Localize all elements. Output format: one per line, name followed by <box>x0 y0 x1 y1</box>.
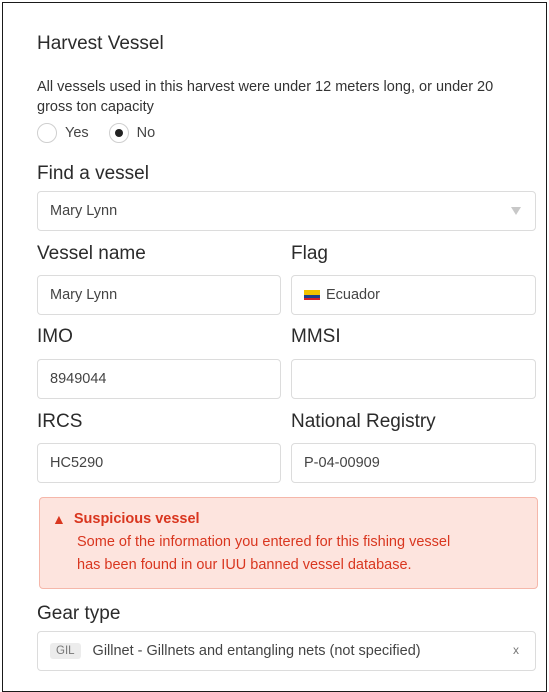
suspicious-vessel-alert: ▲ Suspicious vessel Some of the informat… <box>39 497 538 589</box>
find-vessel-value: Mary Lynn <box>50 203 118 219</box>
small-vessel-question: All vessels used in this harvest were un… <box>37 79 494 115</box>
radio-selected-dot <box>114 129 123 137</box>
radio-yes[interactable] <box>37 123 57 143</box>
vessel-name-value: Mary Lynn <box>50 287 118 303</box>
ircs-field[interactable]: HC5290 <box>37 443 281 483</box>
imo-value: 8949044 <box>50 371 107 387</box>
warning-icon: ▲ <box>52 511 66 527</box>
flag-field[interactable]: Ecuador <box>291 275 536 315</box>
gear-type-value: Gillnet - Gillnets and entangling nets (… <box>92 643 421 659</box>
flag-value: Ecuador <box>326 287 381 303</box>
clear-icon[interactable]: x <box>513 643 519 657</box>
harvest-vessel-panel: Harvest Vessel All vessels used in this … <box>2 2 547 692</box>
flag-label: Flag <box>291 243 328 264</box>
find-vessel-select[interactable]: Mary Lynn <box>37 191 536 231</box>
mmsi-label: MMSI <box>291 326 341 347</box>
alert-title-row: ▲ Suspicious vessel <box>52 508 525 531</box>
national-registry-value: P-04-00909 <box>304 455 380 471</box>
imo-label: IMO <box>37 326 73 347</box>
radio-yes-label[interactable]: Yes <box>65 125 89 141</box>
imo-field[interactable]: 8949044 <box>37 359 281 399</box>
ircs-value: HC5290 <box>50 455 104 471</box>
national-registry-field[interactable]: P-04-00909 <box>291 443 536 483</box>
chevron-down-icon <box>511 207 521 215</box>
section-title: Harvest Vessel <box>37 33 164 54</box>
ecuador-flag-icon <box>304 290 320 300</box>
gear-type-label: Gear type <box>37 603 121 624</box>
radio-no[interactable] <box>108 123 129 143</box>
ircs-label: IRCS <box>37 411 83 432</box>
small-vessel-radio-group: Yes No <box>37 123 175 143</box>
radio-no-label[interactable]: No <box>137 125 156 141</box>
mmsi-field[interactable] <box>291 359 536 399</box>
vessel-name-label: Vessel name <box>37 243 146 264</box>
gear-type-select[interactable]: GIL Gillnet - Gillnets and entangling ne… <box>37 631 536 671</box>
vessel-name-field[interactable]: Mary Lynn <box>37 275 281 315</box>
alert-message-line-1: Some of the information you entered for … <box>77 534 451 550</box>
alert-message-line-2: has been found in our IUU banned vessel … <box>77 557 412 573</box>
find-vessel-label: Find a vessel <box>37 163 149 184</box>
alert-title: Suspicious vessel <box>73 511 200 527</box>
national-registry-label: National Registry <box>291 411 436 432</box>
gear-code-tag: GIL <box>50 643 81 659</box>
